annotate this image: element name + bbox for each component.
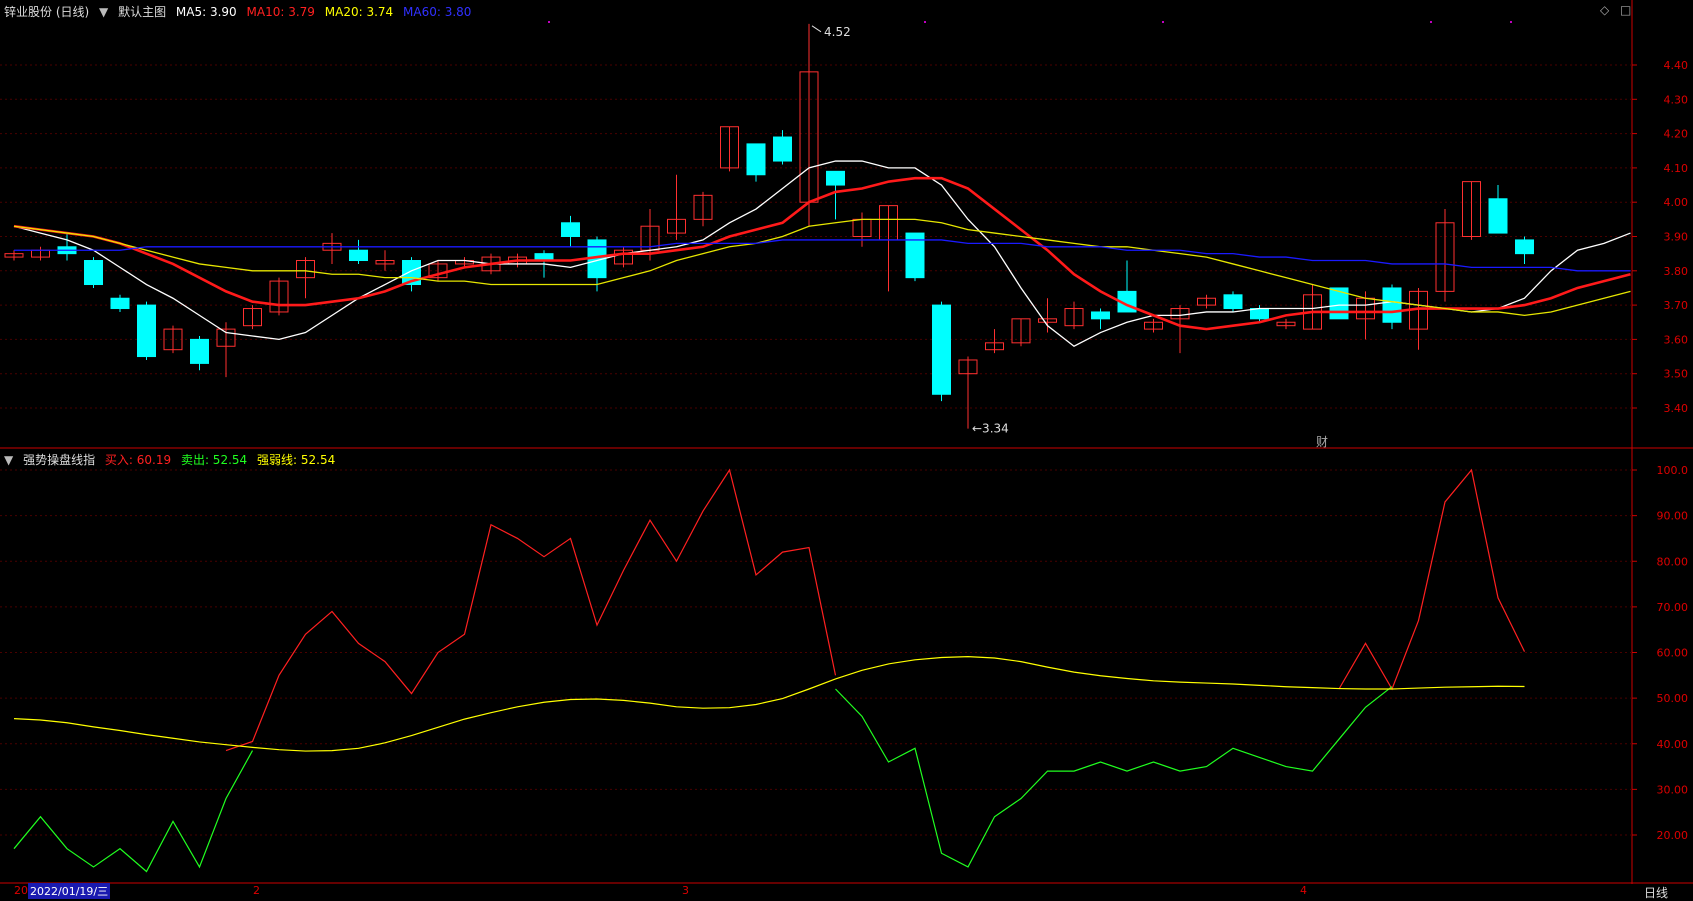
date-prefix: 20 — [14, 884, 28, 897]
indicator-line — [13, 656, 1525, 752]
ma60-label: MA60: 3.80 — [403, 5, 472, 19]
candle-down — [1515, 239, 1534, 255]
indicator-line — [225, 468, 837, 752]
period-label[interactable]: 日线 — [1644, 884, 1668, 901]
candle-down — [826, 170, 845, 186]
indicator-tick-label: 100.0 — [1657, 464, 1689, 477]
sell-label: 卖出: 52.54 — [180, 453, 248, 467]
price-axis: 4.40 4.30 4.20 4.10 4.00 3.90 3.80 3.70 3.60 3.50… — [1632, 59, 1688, 842]
price-tick-label: 3.60 — [1664, 333, 1689, 346]
grid-layer — [0, 0, 1693, 884]
indicator-title[interactable]: 强势操盘线指 — [23, 453, 95, 467]
candle-down — [932, 304, 951, 395]
candle-down — [137, 304, 156, 358]
indicator-tick-label: 20.00 — [1657, 829, 1689, 842]
ma20-label: MA20: 3.74 — [324, 5, 394, 19]
ma5-label: MA5: 3.90 — [175, 5, 237, 19]
indicator-header: ▼ 强势操盘线指 买入: 60.19 卖出: 52.54 强弱线: 52.54 — [4, 451, 341, 468]
event-dot — [548, 21, 550, 23]
candle-down — [349, 249, 368, 262]
diamond-icon[interactable]: ◇ — [1600, 3, 1609, 17]
event-dot — [1510, 21, 1512, 23]
price-tick-label: 3.50 — [1664, 368, 1689, 381]
stock-chart[interactable]: 4.40 4.30 4.20 4.10 4.00 3.90 3.80 3.70 3.60 3.50… — [0, 0, 1693, 897]
indicator-tick-label: 70.00 — [1657, 601, 1689, 614]
candle-down — [561, 222, 580, 237]
indicator-tick-label: 60.00 — [1657, 647, 1689, 660]
indicator-line — [1338, 468, 1526, 691]
stock-title[interactable]: 锌业股份 (日线) — [4, 5, 89, 19]
strength-label: 强弱线: 52.54 — [257, 453, 336, 467]
indicator-line — [835, 686, 1393, 868]
price-tick-label: 3.90 — [1664, 231, 1689, 244]
candle-down — [1250, 308, 1269, 320]
price-tick-label: 4.20 — [1664, 128, 1689, 141]
high-price-label: 4.52 — [824, 25, 851, 39]
price-tick-label: 3.80 — [1664, 265, 1689, 278]
event-dot — [1430, 21, 1432, 23]
template-label[interactable]: 默认主图 — [118, 5, 166, 19]
circle-chevron-icon[interactable]: ▼ — [99, 5, 108, 19]
candle-down — [1382, 287, 1402, 323]
high-pointer — [811, 25, 822, 33]
indicator-tick-label: 30.00 — [1657, 783, 1689, 796]
indicator-layer — [13, 468, 1526, 873]
candle-down — [1091, 311, 1110, 320]
ma-line-ma60 — [14, 239, 1631, 272]
ma10-label: MA10: 3.79 — [246, 5, 315, 19]
main-chart-header: 锌业股份 (日线) ▼ 默认主图 MA5: 3.90 MA10: 3.79 MA… — [4, 3, 477, 20]
event-dot — [1162, 21, 1164, 23]
price-tick-label: 4.00 — [1664, 196, 1689, 209]
candle-down — [84, 260, 103, 286]
month-label: 4 — [1300, 884, 1307, 897]
month-label: 3 — [682, 884, 689, 897]
window-icon[interactable]: □ — [1620, 3, 1631, 17]
price-tick-label: 4.40 — [1664, 59, 1689, 72]
candle-down — [773, 136, 792, 162]
finance-event-marker: 财 — [1316, 435, 1328, 449]
indicator-line — [13, 750, 254, 873]
circle-chevron-icon[interactable]: ▼ — [4, 453, 13, 467]
indicator-tick-label: 40.00 — [1657, 738, 1689, 751]
indicator-tick-label: 50.00 — [1657, 692, 1689, 705]
price-tick-label: 4.10 — [1664, 162, 1689, 175]
buy-label: 买入: 60.19 — [104, 453, 172, 467]
month-label: 2 — [253, 884, 260, 897]
low-price-label: ←3.34 — [972, 422, 1009, 436]
price-tick-label: 4.30 — [1664, 93, 1689, 106]
price-tick-label: 3.40 — [1664, 402, 1689, 415]
candle-down — [110, 297, 130, 310]
candle-down — [746, 143, 766, 176]
candle-down — [190, 338, 209, 364]
price-tick-label: 3.70 — [1664, 299, 1689, 312]
event-dot — [924, 21, 926, 23]
indicator-tick-label: 80.00 — [1657, 555, 1689, 568]
indicator-tick-label: 90.00 — [1657, 510, 1689, 523]
candle-down — [1488, 198, 1508, 234]
candle-down — [1223, 294, 1243, 310]
